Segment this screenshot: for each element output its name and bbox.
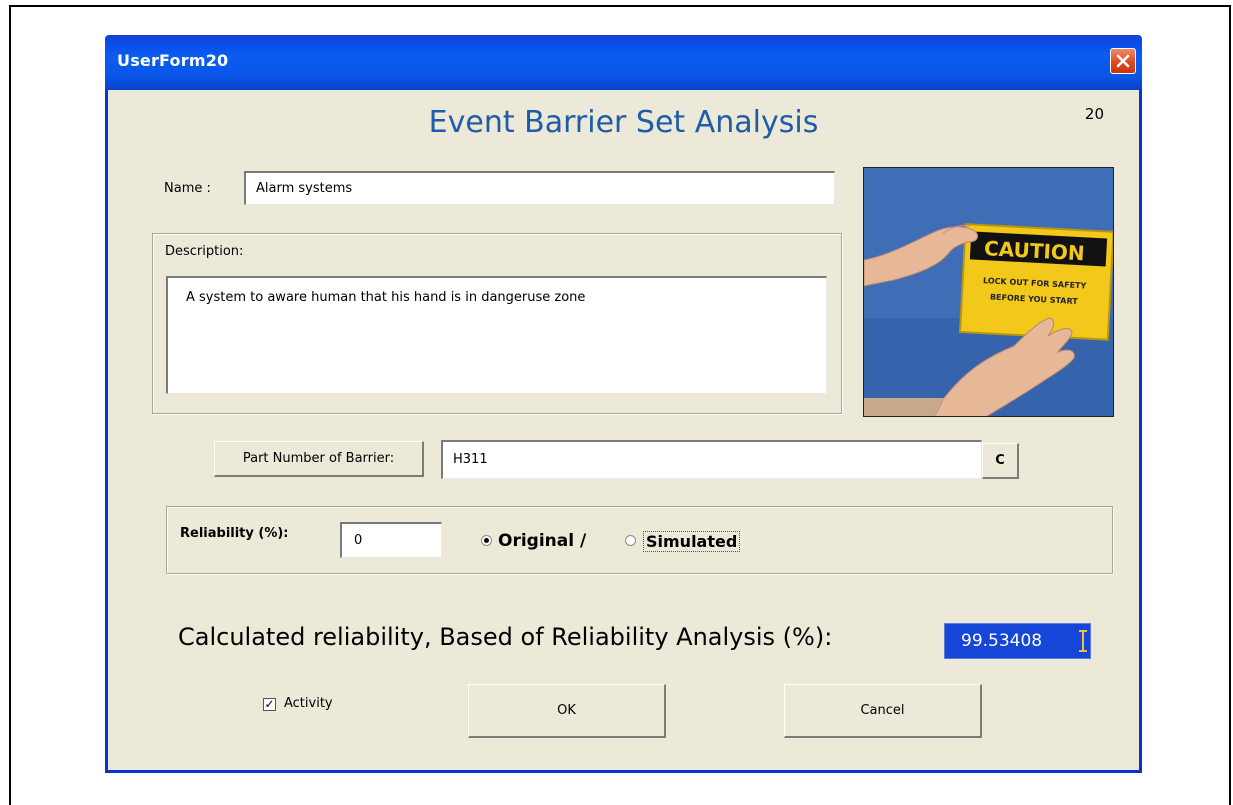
activity-label: Activity: [284, 696, 333, 711]
caution-sign-photo: CAUTION LOCK OUT FOR SAFETY BEFORE YOU S…: [863, 167, 1114, 417]
calculated-reliability-label: Calculated reliability, Based of Reliabi…: [178, 623, 833, 651]
name-label: Name :: [164, 181, 211, 196]
calculated-reliability-value: 99.53408: [961, 631, 1043, 651]
window-title: UserForm20: [117, 51, 229, 70]
simulated-radio[interactable]: [625, 535, 636, 546]
close-icon: [1116, 54, 1130, 68]
reliability-field[interactable]: 0: [340, 522, 442, 558]
userform-dialog: UserForm20 Event Barrier Set Analysis 20…: [105, 35, 1142, 773]
activity-checkbox[interactable]: ✓: [263, 698, 276, 711]
form-heading: Event Barrier Set Analysis: [428, 105, 819, 140]
reliability-label: Reliability (%):: [180, 526, 289, 541]
part-number-lookup-button[interactable]: C: [982, 443, 1019, 479]
reliability-frame: Reliability (%): 0 Original / Simulated: [166, 506, 1113, 574]
text-cursor-icon: [1079, 630, 1087, 652]
ok-button[interactable]: OK: [468, 684, 666, 738]
description-field[interactable]: A system to aware human that his hand is…: [166, 276, 827, 394]
close-button[interactable]: [1110, 48, 1136, 74]
form-number: 20: [1084, 105, 1104, 123]
calculated-reliability-field[interactable]: 99.53408: [944, 623, 1091, 659]
cancel-button[interactable]: Cancel: [784, 684, 982, 738]
simulated-label[interactable]: Simulated: [643, 531, 741, 552]
part-number-button[interactable]: Part Number of Barrier:: [214, 441, 424, 477]
name-field[interactable]: Alarm systems: [244, 171, 835, 205]
title-bar[interactable]: UserForm20: [105, 35, 1142, 90]
description-label: Description:: [165, 244, 244, 259]
part-number-field[interactable]: H311: [441, 440, 982, 479]
original-label[interactable]: Original /: [498, 531, 586, 551]
original-radio[interactable]: [481, 535, 492, 546]
